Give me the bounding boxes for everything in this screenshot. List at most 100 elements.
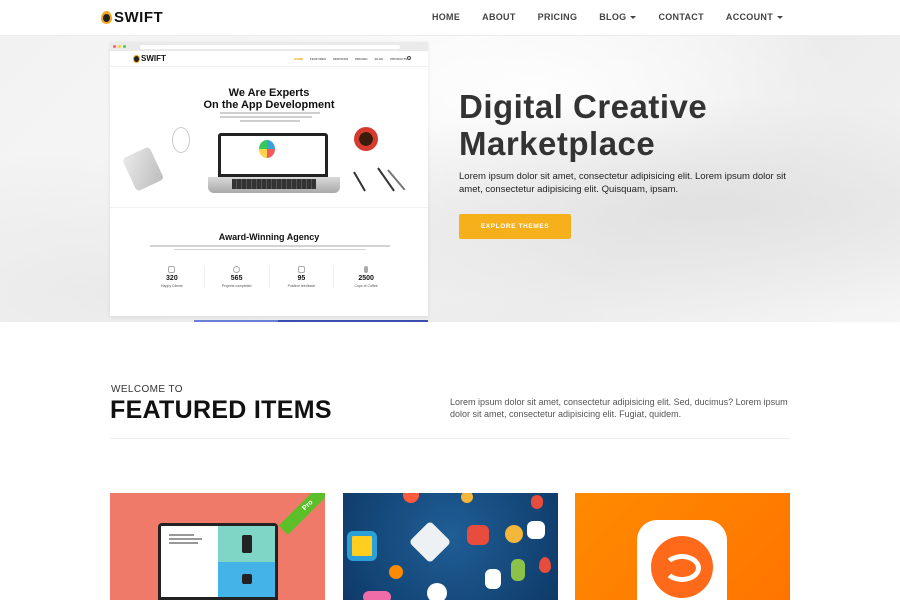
browser-url-bar: [140, 44, 400, 49]
balloon-image: [259, 140, 275, 158]
stationery-image: [348, 167, 410, 197]
laptop-image: [208, 133, 340, 195]
caret-down-icon: [777, 15, 783, 19]
nav-label: PRICING: [537, 12, 578, 22]
nav-item-blog[interactable]: BLOG: [599, 12, 637, 22]
browser-chrome: [110, 42, 428, 51]
section-divider: [110, 438, 790, 439]
browser-min-dot: [118, 45, 121, 48]
main-menu: HOME ABOUT PRICING BLOG CONTACT ACCOUNT: [410, 12, 783, 22]
phone-image: [121, 146, 165, 192]
hero-title-line: Marketplace: [459, 125, 656, 162]
mockup-logo-text: SWIFT: [141, 54, 166, 63]
section-title: FEATURED ITEMS: [110, 396, 332, 424]
top-navbar: SWIFT HOME ABOUT PRICING BLOG CONTACT AC…: [0, 0, 900, 36]
laptop-thumbnail: [158, 523, 278, 600]
mockup-navbar: SWIFT HOME FEATURES SERVICES PRICING BLO…: [110, 51, 428, 67]
nav-label: ACCOUNT: [725, 12, 773, 22]
mockup-menu: HOME FEATURES SERVICES PRICING BLOG PROD…: [294, 57, 407, 61]
nav-item-pricing[interactable]: PRICING: [538, 12, 578, 22]
hero-section: SWIFT HOME FEATURES SERVICES PRICING BLO…: [0, 36, 900, 322]
mockup-paragraph: [150, 245, 390, 252]
hero-title: Digital Creative Marketplace: [459, 88, 707, 162]
mockup-footer-bar: [194, 320, 428, 322]
logo-drop-icon: [134, 55, 139, 62]
stat-value: 320: [166, 275, 178, 282]
section-description: Lorem ipsum dolor sit amet, consectetur …: [450, 397, 788, 419]
pink-tile-icon: [363, 591, 391, 600]
brand-name: SWIFT: [114, 9, 164, 26]
mockup-hero: We Are Experts On the App Development: [110, 67, 428, 207]
smile-icon: [233, 266, 241, 273]
stat-item: 2500 Cups of Coffee: [334, 266, 398, 288]
dollar-coin-icon: [505, 525, 523, 543]
mockup-menu-item: HOME: [294, 57, 303, 61]
watch-image: [241, 574, 252, 585]
earphones-image: [172, 127, 190, 153]
mockup-heading-line: We Are Experts: [228, 87, 310, 99]
puzzle-icon: [427, 583, 447, 600]
featured-item-card[interactable]: [343, 493, 558, 600]
app-icon-thumbnail: [637, 520, 727, 600]
edit-icon: [297, 266, 305, 273]
stat-value: 565: [230, 275, 243, 282]
section-eyebrow: WELCOME TO: [111, 384, 183, 395]
mockup-logo: SWIFT: [134, 54, 166, 63]
mockup-heading-line: On the App Development: [203, 99, 335, 111]
coin-icon: [461, 493, 473, 503]
hero-description: Lorem ipsum dolor sit amet, consectetur …: [459, 171, 786, 195]
arrows-icon: [485, 569, 501, 589]
search-icon: [407, 56, 411, 60]
browser-close-dot: [113, 45, 116, 48]
gameboy-icon: [511, 559, 525, 581]
square-icon: [527, 521, 545, 539]
orange-dot-icon: [389, 565, 403, 579]
brand-logo[interactable]: SWIFT: [101, 9, 163, 26]
tag-icon: [531, 495, 543, 509]
mockup-subheading: Award-Winning Agency: [218, 232, 320, 242]
caret-down-icon: [630, 15, 637, 19]
featured-item-card[interactable]: [575, 493, 790, 600]
browser-max-dot: [123, 45, 126, 48]
speaker-icon: [347, 531, 377, 561]
nav-item-home[interactable]: HOME: [432, 12, 460, 22]
mockup-menu-item: PRICING: [355, 57, 368, 61]
fox-logo-icon: [663, 554, 701, 582]
hero-title-line: Digital Creative: [459, 88, 708, 125]
cube-icon: [408, 520, 452, 564]
stat-item: 320 Happy Clients: [140, 266, 205, 288]
stat-item: 95 Positive feedback: [270, 266, 335, 288]
explore-themes-button[interactable]: EXPLORE THEMES: [459, 214, 571, 239]
mockup-paragraph: [220, 112, 320, 124]
car-icon: [467, 525, 489, 545]
mockup-menu-item: FEATURES: [310, 57, 326, 61]
stat-label: Cups of Coffee: [354, 284, 378, 288]
nav-item-contact[interactable]: CONTACT: [658, 12, 703, 22]
pro-badge: Pro: [278, 493, 325, 535]
mockup-menu-item: PRODUCTS: [390, 57, 408, 61]
mockup-heading: We Are Experts On the App Development: [110, 87, 428, 111]
nav-label: ABOUT: [482, 12, 516, 22]
stat-label: Happy Clients: [160, 284, 183, 288]
flame-icon: [539, 557, 551, 573]
coffee-cup-image: [354, 127, 378, 151]
featured-item-card[interactable]: Pro: [110, 493, 325, 600]
stat-item: 565 Projects completed: [205, 266, 270, 288]
ball-icon: [403, 493, 419, 503]
website-preview-mockup: SWIFT HOME FEATURES SERVICES PRICING BLO…: [110, 42, 428, 322]
mockup-menu-item: BLOG: [374, 57, 384, 61]
bolt-icon: [364, 266, 369, 273]
stat-value: 95: [297, 275, 306, 282]
nav-label: HOME: [431, 12, 461, 22]
mockup-stats: 320 Happy Clients 565 Projects completed…: [140, 266, 398, 288]
stat-label: Projects completed: [221, 284, 252, 288]
nav-item-about[interactable]: ABOUT: [482, 12, 516, 22]
nav-label: CONTACT: [658, 12, 704, 22]
logo-drop-icon: [101, 11, 112, 24]
clock-icon: [168, 266, 176, 273]
nav-label: BLOG: [599, 12, 627, 22]
stat-label: Positive feedback: [287, 284, 316, 288]
nav-item-account[interactable]: ACCOUNT: [726, 12, 783, 22]
mockup-stats-section: Award-Winning Agency 320 Happy Clients 5…: [110, 207, 428, 315]
mockup-menu-item: SERVICES: [332, 57, 349, 61]
